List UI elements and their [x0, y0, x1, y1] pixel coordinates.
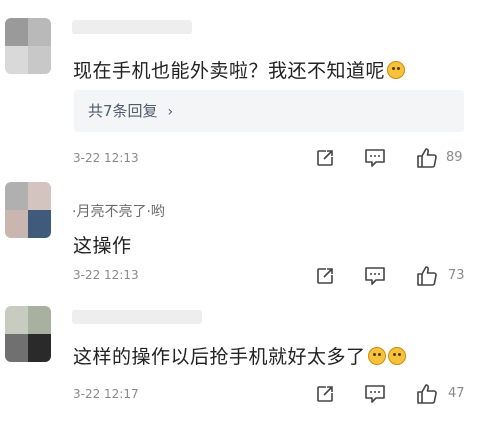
username[interactable]: ·月亮不亮了·哟	[72, 201, 165, 221]
avatar-pixel	[5, 306, 28, 334]
like-icon	[417, 266, 437, 286]
comment-text: 这样的操作以后抢手机就好太多了	[73, 342, 406, 369]
comment-time: 3-22 12:13	[73, 151, 139, 165]
comment-button[interactable]	[362, 264, 388, 288]
like-count: 47	[448, 386, 465, 401]
like-icon	[417, 384, 437, 404]
avatar[interactable]	[5, 18, 51, 74]
share-button[interactable]	[312, 382, 338, 406]
replies-button[interactable]: 共7条回复 ›	[74, 90, 464, 132]
replies-label: 共7条回复	[88, 102, 158, 120]
username-blurred	[72, 310, 202, 324]
share-button[interactable]	[312, 146, 338, 170]
comment-text: 这操作	[73, 235, 132, 257]
avatar-pixel	[28, 18, 51, 46]
avatar-pixel	[5, 182, 28, 210]
grinning-cat-emoji-icon	[387, 347, 406, 365]
like-button[interactable]	[414, 264, 440, 288]
share-icon	[317, 386, 333, 402]
share-button[interactable]	[312, 264, 338, 288]
avatar-pixel	[5, 334, 28, 362]
avatar[interactable]	[5, 182, 51, 238]
avatar-pixel	[28, 210, 51, 238]
like-count: 73	[448, 268, 465, 283]
avatar-pixel	[5, 18, 28, 46]
like-button[interactable]	[414, 382, 440, 406]
comment-item: ·月亮不亮了·哟 这操作 3-22 12:13 73	[0, 180, 499, 300]
avatar-pixel	[28, 334, 51, 362]
comment-button[interactable]	[362, 382, 388, 406]
comment-list: 现在手机也能外卖啦？我还不知道呢 共7条回复 › 3-22 12:13 89 ·月…	[0, 0, 499, 434]
avatar-pixel	[28, 182, 51, 210]
comment-text-content: 现在手机也能外卖啦？我还不知道呢	[73, 60, 386, 82]
username-blurred	[72, 20, 192, 34]
chevron-right-icon: ›	[167, 104, 174, 120]
share-icon	[317, 268, 333, 284]
comment-text-content: 这样的操作以后抢手机就好太多了	[73, 346, 366, 368]
avatar-pixel	[5, 46, 28, 74]
comment-icon	[365, 149, 385, 167]
comment-time: 3-22 12:17	[73, 387, 139, 401]
comment-icon	[365, 385, 385, 403]
grinning-cat-emoji-icon	[367, 347, 386, 365]
like-icon	[417, 148, 437, 168]
laughing-emoji-icon	[387, 61, 406, 79]
avatar-pixel	[5, 210, 28, 238]
share-icon	[317, 150, 333, 166]
comment-text: 现在手机也能外卖啦？我还不知道呢	[73, 56, 406, 83]
like-count: 89	[446, 150, 463, 165]
comment-button[interactable]	[362, 146, 388, 170]
comment-item: 这样的操作以后抢手机就好太多了 3-22 12:17 47	[0, 300, 499, 434]
comment-icon	[365, 267, 385, 285]
like-button[interactable]	[414, 146, 440, 170]
comment-item: 现在手机也能外卖啦？我还不知道呢 共7条回复 › 3-22 12:13 89	[0, 0, 499, 180]
avatar-pixel	[28, 306, 51, 334]
comment-time: 3-22 12:13	[73, 268, 139, 282]
avatar[interactable]	[5, 306, 51, 362]
avatar-pixel	[28, 46, 51, 74]
